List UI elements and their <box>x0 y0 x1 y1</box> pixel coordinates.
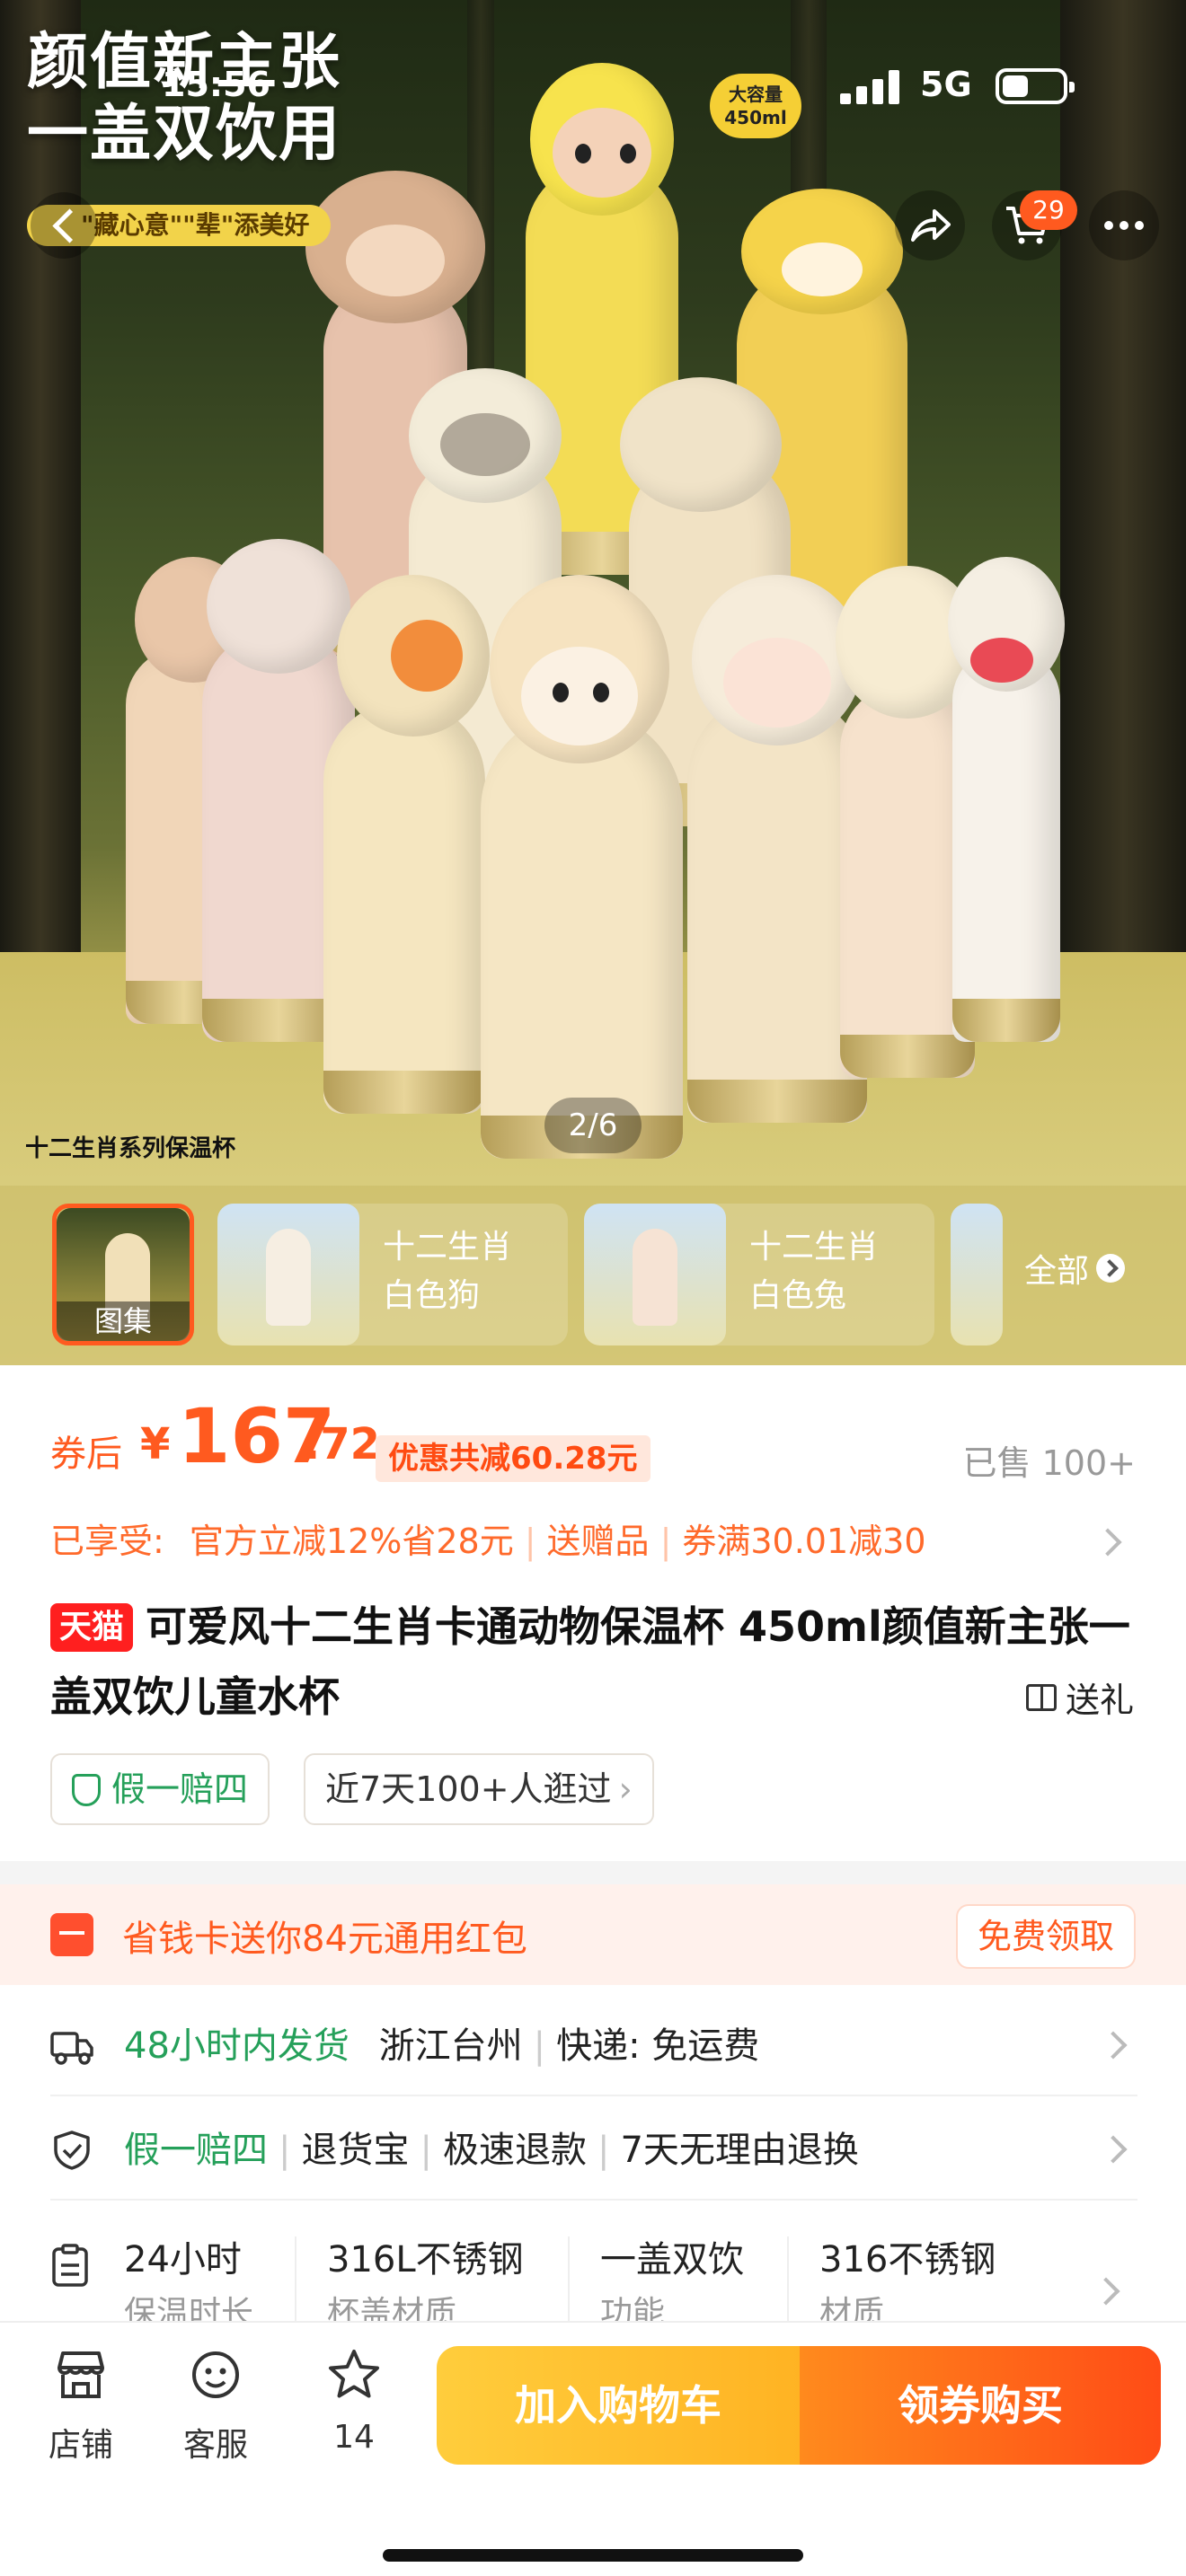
signal-icon <box>840 70 903 104</box>
express-fee: 快递: 免运费 <box>556 2025 760 2067</box>
thumbnail-gallery[interactable]: 图集 <box>52 1204 194 1345</box>
hero-caption: 十二生肖系列保温杯 <box>25 1135 236 1162</box>
views-label: 近7天100+人逛过 <box>325 1769 612 1809</box>
customer-service-tab[interactable]: 客服 <box>162 2348 270 2466</box>
chevron-right-icon <box>1093 1528 1122 1557</box>
service-item: 极速退款 <box>442 2130 587 2171</box>
product-title: 天猫 可爱风十二生肖卡通动物保温杯 450ml颜值新主张一盖双饮儿童水杯 <box>50 1592 1137 1732</box>
product-page: 颜值新主张 一盖双饮用 "藏心意""辈"添美好 大容量 450ml 十二生肖系列… <box>0 0 1186 2576</box>
capacity-badge-line1: 大容量 <box>729 84 783 105</box>
spec-item: 316不锈钢 材质 <box>819 2233 996 2332</box>
chat-face-icon <box>192 2351 239 2398</box>
cart-count-badge: 29 <box>1020 190 1077 230</box>
share-icon <box>911 209 951 242</box>
product-image-carousel[interactable]: 颜值新主张 一盖双饮用 "藏心意""辈"添美好 大容量 450ml 十二生肖系列… <box>0 0 1186 1365</box>
views-tag[interactable]: 近7天100+人逛过 › <box>304 1753 654 1825</box>
specs-row[interactable]: 24小时 保温时长 316L不锈钢 杯盖材质 一盖双饮 功能 316不锈钢 材质 <box>50 2206 1137 2332</box>
thumbnail-variant: 白色狗 <box>383 1277 481 1314</box>
delivery-row[interactable]: 48小时内发货 浙江台州 | 快递: 免运费 <box>50 1996 1137 2096</box>
home-indicator <box>383 2549 803 2562</box>
shield-check-icon <box>54 2130 90 2170</box>
chevron-right-icon <box>1099 2031 1128 2060</box>
store-label: 店铺 <box>48 2427 113 2464</box>
view-all-label: 全部 <box>1024 1253 1090 1290</box>
ship-time: 48小时内发货 <box>124 2025 350 2067</box>
favorite-count: 14 <box>333 2419 375 2456</box>
price-decimal: .72 <box>304 1419 381 1469</box>
ship-location: 浙江台州 <box>378 2025 523 2067</box>
image-pager: 2/6 <box>544 1098 642 1153</box>
guarantee-tag[interactable]: 假一赔四 <box>50 1753 270 1825</box>
truck-icon <box>50 2032 93 2065</box>
red-packet-icon <box>50 1913 93 1956</box>
thumbnail-white-dog[interactable]: 十二生肖 白色狗 <box>217 1204 568 1345</box>
savings-card-banner[interactable]: 省钱卡送你84元通用红包 免费领取 <box>0 1884 1186 1985</box>
promo-item: 送赠品 <box>546 1522 650 1561</box>
favorite-tab[interactable]: 14 <box>300 2348 408 2456</box>
star-icon <box>329 2350 379 2398</box>
spec-item: 316L不锈钢 杯盖材质 <box>327 2233 524 2332</box>
back-button[interactable] <box>31 192 97 259</box>
buy-with-coupon-button[interactable]: 领券购买 <box>800 2346 1161 2465</box>
bottom-action-bar: 店铺 客服 14 加入购物车 领券购买 <box>0 2321 1186 2576</box>
store-tab[interactable]: 店铺 <box>27 2348 135 2466</box>
currency-symbol: ¥ <box>140 1419 171 1469</box>
service-label: 客服 <box>182 2427 248 2464</box>
service-row[interactable]: 假一赔四 | 退货宝 | 极速退款 | 7天无理由退换 <box>50 2100 1137 2201</box>
section-divider <box>0 1861 1186 1884</box>
more-icon <box>1104 221 1144 230</box>
spec-title: 316L不锈钢 <box>327 2239 524 2280</box>
discount-tag[interactable]: 优惠共减60.28元 <box>376 1435 651 1482</box>
chevron-right-icon <box>1092 2277 1120 2306</box>
chevron-right-icon <box>1096 1254 1126 1283</box>
promo-item: 券满30.01减30 <box>682 1522 926 1561</box>
sold-count: 已售 100+ <box>962 1443 1136 1483</box>
add-to-cart-button[interactable]: 加入购物车 <box>437 2346 800 2465</box>
price-label: 券后 <box>50 1434 122 1475</box>
tmall-badge: 天猫 <box>50 1603 134 1652</box>
spec-title: 24小时 <box>124 2239 242 2280</box>
promo-row[interactable]: 已享受: 官方立减12%省28元 | 送赠品 | 券满30.01减30 <box>50 1514 1084 1568</box>
service-item: 假一赔四 <box>124 2130 268 2171</box>
shield-icon <box>72 1774 101 1806</box>
more-button[interactable] <box>1089 190 1159 260</box>
thumbnail-strip: 图集 十二生肖 白色狗 十二生肖 白色兔 全部 <box>0 1186 1186 1365</box>
battery-icon <box>996 68 1075 104</box>
spec-title: 一盖双饮 <box>600 2239 744 2280</box>
view-all-images-button[interactable]: 全部 <box>1024 1245 1126 1292</box>
claim-free-button[interactable]: 免费领取 <box>955 1904 1136 1969</box>
thumbnail-title: 十二生肖 <box>749 1229 880 1266</box>
promo-item: 官方立减12%省28元 <box>189 1522 514 1561</box>
network-type: 5G <box>920 65 972 104</box>
spec-item: 24小时 保温时长 <box>124 2233 253 2332</box>
share-button[interactable] <box>895 190 965 260</box>
product-title-text: 可爱风十二生肖卡通动物保温杯 450ml颜值新主张一盖双饮儿童水杯 <box>50 1602 1130 1721</box>
thumbnail-partial[interactable] <box>951 1204 1003 1345</box>
spec-item: 一盖双饮 功能 <box>600 2233 744 2332</box>
status-time: 15:56 <box>162 65 270 104</box>
service-item: 退货宝 <box>301 2130 410 2171</box>
store-icon <box>58 2351 104 2398</box>
gift-label: 送礼 <box>1065 1681 1134 1720</box>
price-section: 券后 ¥ 167 .72 优惠共减60.28元 已售 100+ <box>0 1383 1186 1483</box>
clipboard-icon <box>52 2244 88 2287</box>
capacity-badge: 大容量 450ml <box>710 74 801 138</box>
gift-button[interactable]: 送礼 <box>1025 1672 1134 1722</box>
thumbnail-white-rabbit[interactable]: 十二生肖 白色兔 <box>584 1204 934 1345</box>
promo-prefix: 已享受: <box>50 1522 164 1561</box>
savings-card-text: 省钱卡送你84元通用红包 <box>122 1919 527 1960</box>
hero-title-line2: 一盖双饮用 <box>27 99 342 170</box>
gift-icon <box>1025 1683 1057 1711</box>
thumbnail-variant: 白色兔 <box>749 1277 847 1314</box>
chevron-right-icon <box>1099 2135 1128 2164</box>
spec-title: 316不锈钢 <box>819 2239 996 2280</box>
thumbnail-gallery-label: 图集 <box>57 1301 190 1341</box>
service-item: 7天无理由退换 <box>620 2130 859 2171</box>
capacity-badge-line2: 450ml <box>724 107 787 128</box>
thumbnail-title: 十二生肖 <box>383 1229 513 1266</box>
guarantee-label: 假一赔四 <box>111 1769 249 1809</box>
